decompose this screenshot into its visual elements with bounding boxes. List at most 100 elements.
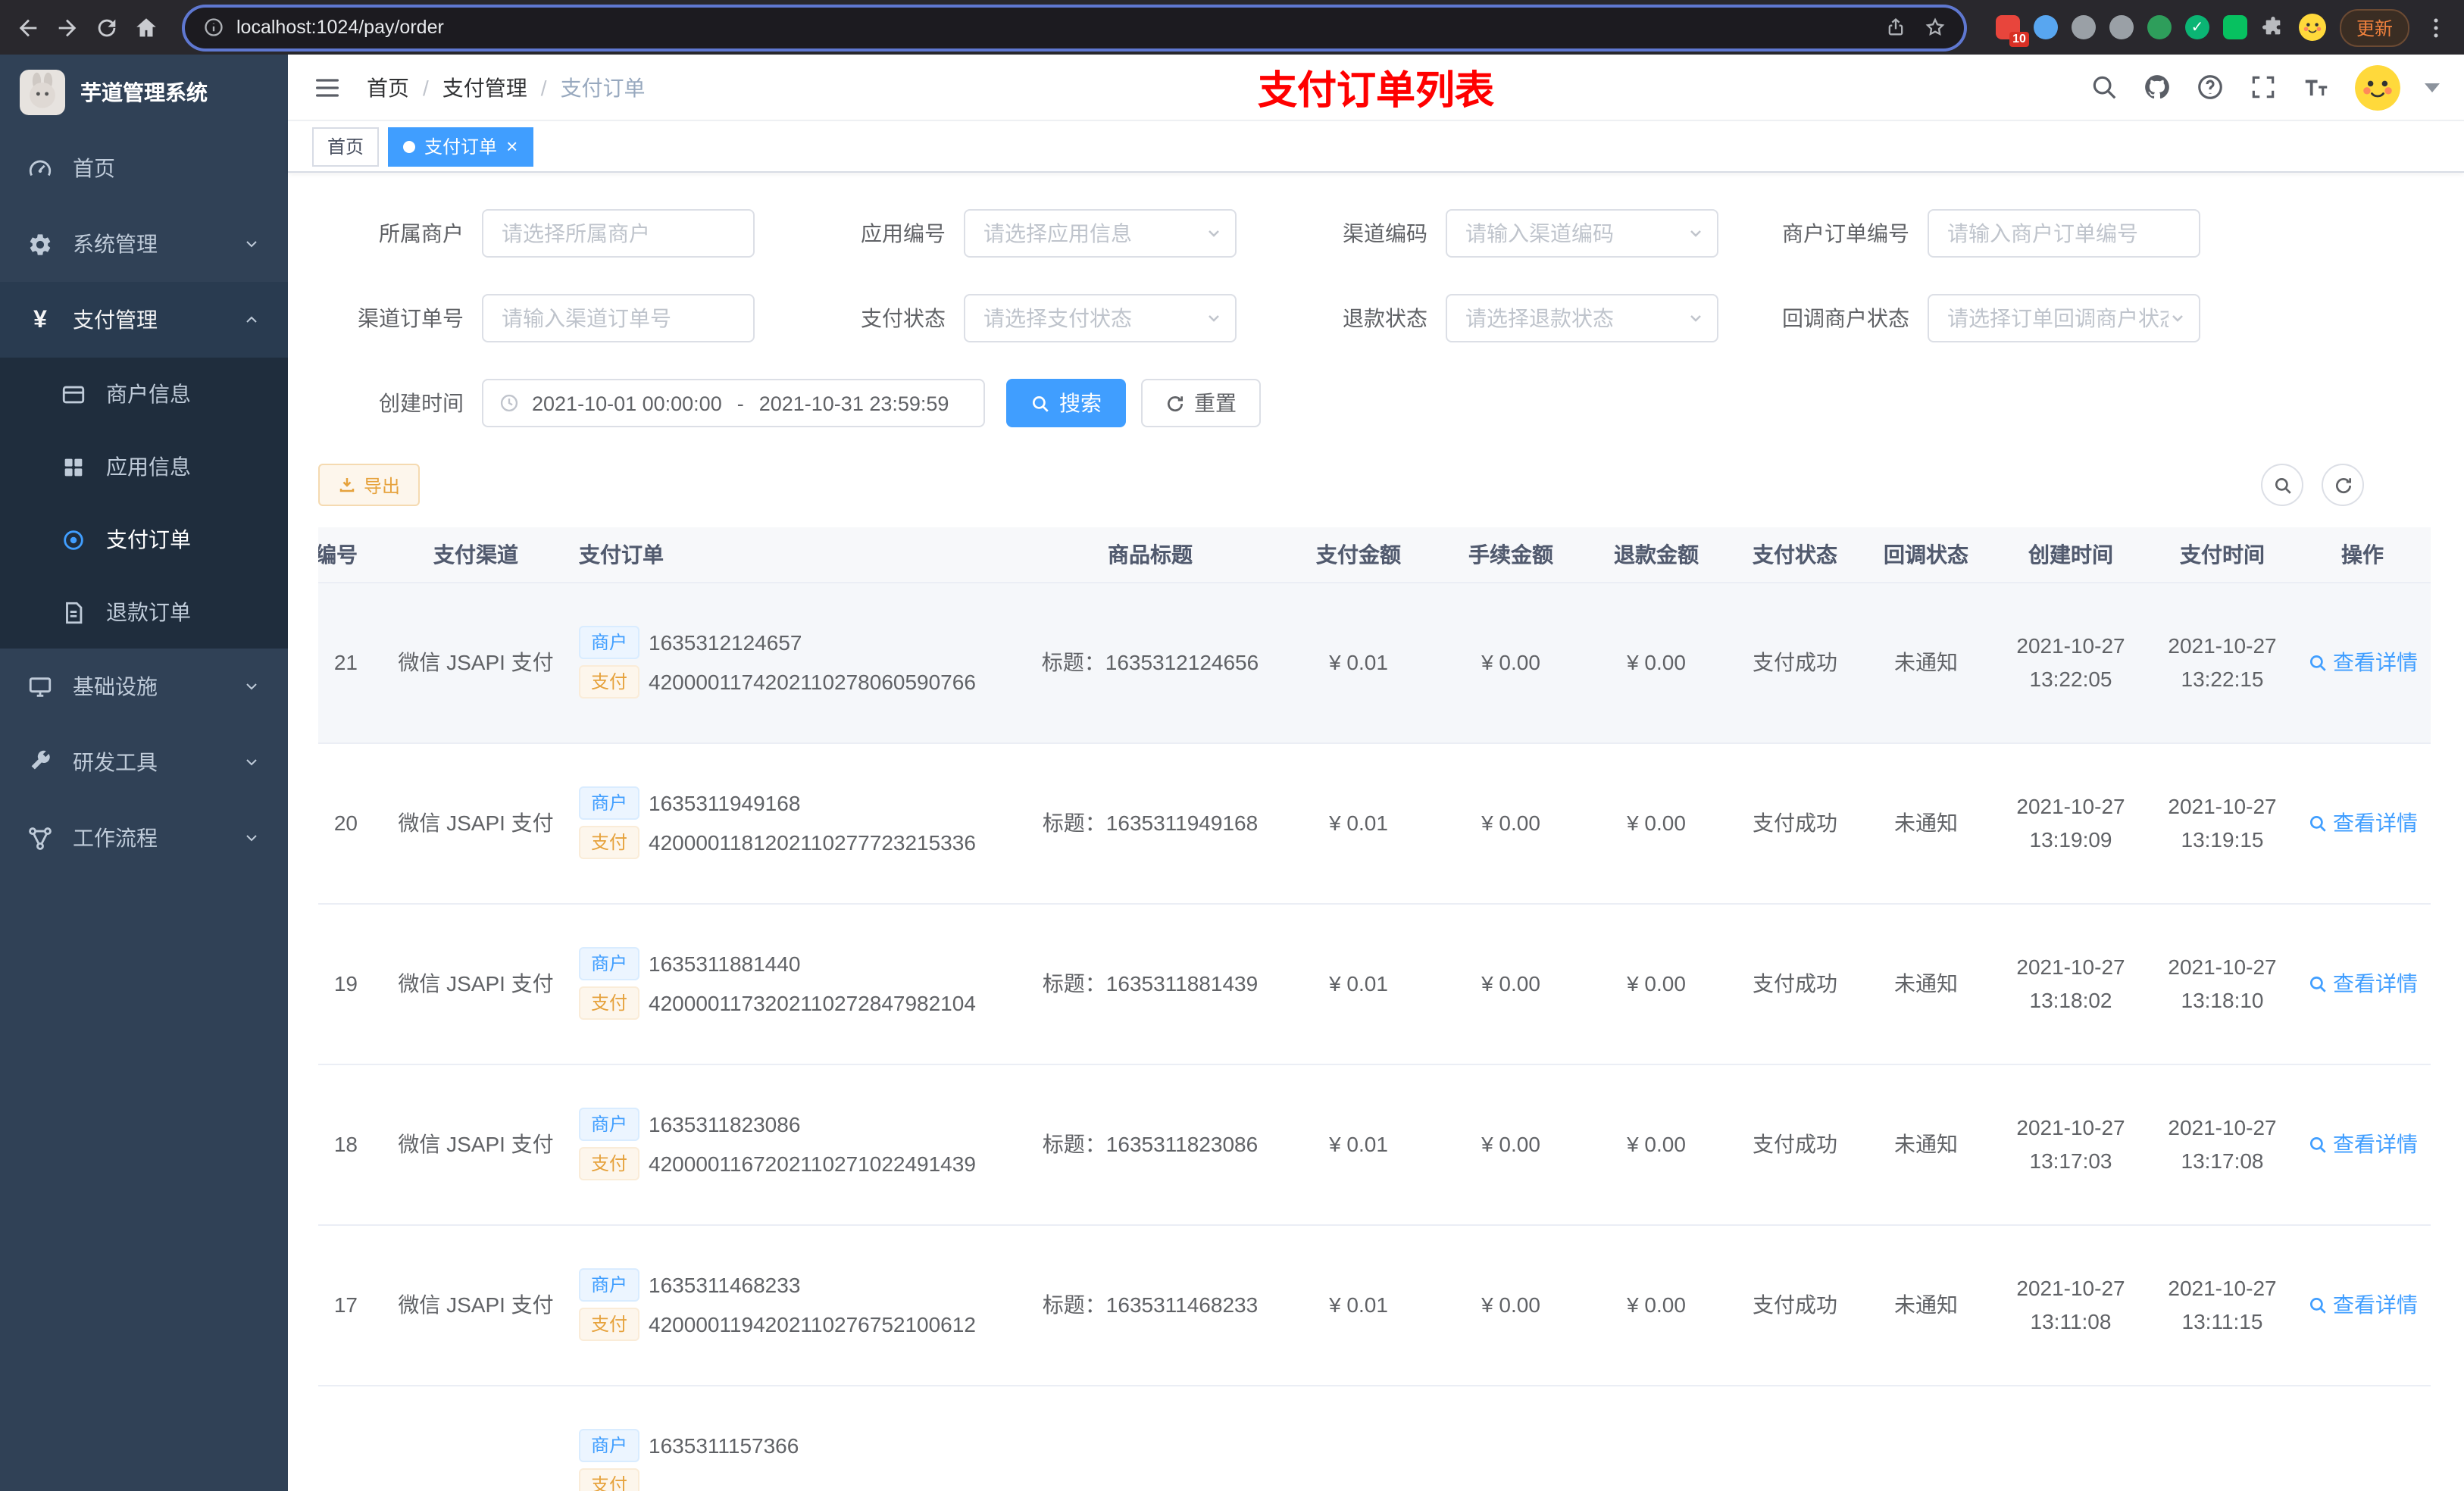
- extension-check-icon[interactable]: ✓: [2184, 15, 2209, 39]
- cell-channel: 微信 JSAPI 支付: [385, 582, 567, 743]
- tab-close-icon[interactable]: ×: [506, 136, 518, 156]
- sidebar-item-devtools[interactable]: 研发工具: [0, 724, 288, 800]
- site-info-icon[interactable]: [203, 17, 224, 38]
- breadcrumb-parent[interactable]: 支付管理: [442, 72, 527, 102]
- cell-action: 查看详情: [2294, 903, 2431, 1064]
- grid-icon: [61, 454, 86, 480]
- sidebar-item-pay-order[interactable]: 支付订单: [0, 503, 288, 576]
- sidebar-item-payment[interactable]: ¥ 支付管理: [0, 282, 288, 358]
- sidebar-item-merchant-info[interactable]: 商户信息: [0, 358, 288, 430]
- home-icon[interactable]: [133, 14, 159, 40]
- filter-label-refund-status: 退款状态: [1343, 306, 1427, 330]
- logo-avatar: [20, 70, 65, 115]
- cell-channel: [385, 1385, 567, 1491]
- forward-icon[interactable]: [55, 14, 80, 40]
- merchant-input[interactable]: [482, 209, 755, 258]
- back-icon[interactable]: [15, 14, 41, 40]
- sidebar-item-workflow[interactable]: 工作流程: [0, 800, 288, 876]
- date-separator: -: [736, 392, 744, 414]
- channel-order-no-input[interactable]: [482, 294, 755, 342]
- cell-status: 支付成功: [1729, 742, 1861, 904]
- browser-toolbar: localhost:1024/pay/order 10 ✓ 更新: [0, 0, 2464, 55]
- hamburger-icon[interactable]: [312, 72, 342, 102]
- cell-status: 支付成功: [1729, 582, 1861, 743]
- sidebar-item-home[interactable]: 首页: [0, 130, 288, 206]
- cell-create-time: 2021-10-27 13:17:03: [1991, 1064, 2150, 1225]
- cell-action: [2294, 1385, 2431, 1491]
- sidebar-item-app-info[interactable]: 应用信息: [0, 430, 288, 503]
- search-icon[interactable]: [2090, 73, 2118, 102]
- search-icon: [2309, 975, 2325, 992]
- share-icon[interactable]: [1885, 17, 1906, 38]
- cell-title: 标题：1635311949168: [1021, 742, 1279, 904]
- view-detail-link[interactable]: 查看详情: [2307, 1289, 2418, 1320]
- merchant-tag: 商户: [579, 786, 640, 820]
- breadcrumb-separator: /: [540, 75, 547, 99]
- extension-red-icon[interactable]: 10: [1995, 15, 2029, 47]
- chevron-down-icon: [1687, 224, 1705, 242]
- dashboard-icon: [27, 155, 53, 181]
- url-text: localhost:1024/pay/order: [236, 17, 444, 38]
- table-toolbar: 导出: [318, 464, 2434, 506]
- notify-status-select[interactable]: 请选择订单回调商户状态: [1928, 294, 2200, 342]
- cell-fee: ¥ 0.00: [1438, 1224, 1584, 1386]
- view-detail-link[interactable]: 查看详情: [2307, 1129, 2418, 1159]
- toggle-search-button[interactable]: [2261, 464, 2303, 506]
- cell-title: 标题：1635311823086: [1021, 1064, 1279, 1225]
- fullscreen-icon[interactable]: [2249, 73, 2278, 102]
- sidebar-item-system[interactable]: 系统管理: [0, 206, 288, 282]
- cell-create-time: [1991, 1385, 2150, 1491]
- sidebar-item-infra[interactable]: 基础设施: [0, 649, 288, 724]
- view-detail-link[interactable]: 查看详情: [2307, 647, 2418, 677]
- github-icon[interactable]: [2143, 73, 2172, 102]
- cell-fee: ¥ 0.00: [1438, 582, 1584, 743]
- refresh-table-button[interactable]: [2322, 464, 2364, 506]
- chevron-down-icon: [1205, 224, 1223, 242]
- browser-profile-avatar[interactable]: [2298, 14, 2326, 41]
- cell-order: 商户 1635312124657 支付 4200001174202110278060…: [567, 582, 1021, 743]
- font-size-icon[interactable]: [2302, 73, 2331, 102]
- reload-icon[interactable]: [94, 14, 120, 40]
- filter-label-channel-code: 渠道编码: [1343, 221, 1427, 245]
- breadcrumb-home[interactable]: 首页: [367, 72, 409, 102]
- channel-code-select[interactable]: 请输入渠道编码: [1446, 209, 1718, 258]
- extension-chat-icon[interactable]: [2222, 15, 2247, 39]
- tab-home[interactable]: 首页: [312, 127, 380, 166]
- puzzle-icon[interactable]: [2261, 15, 2285, 39]
- extension-drop-icon[interactable]: [2033, 15, 2058, 39]
- extension-gray2-icon[interactable]: [2109, 15, 2134, 39]
- sidebar-item-label: 应用信息: [106, 455, 191, 479]
- cell-id: 21: [318, 582, 385, 743]
- chevron-down-icon: [1205, 309, 1223, 327]
- bookmark-star-icon[interactable]: [1925, 17, 1946, 38]
- app-select[interactable]: 请选择应用信息: [964, 209, 1237, 258]
- navbar: 首页 / 支付管理 / 支付订单 支付订单列表: [288, 55, 2464, 121]
- create-time-range-input[interactable]: 2021-10-01 00:00:00 - 2021-10-31 23:59:5…: [482, 379, 985, 427]
- sidebar-item-refund-order[interactable]: 退款订单: [0, 576, 288, 649]
- browser-menu-icon[interactable]: [2423, 14, 2449, 40]
- view-detail-link[interactable]: 查看详情: [2307, 808, 2418, 838]
- search-button[interactable]: 搜索: [1006, 379, 1126, 427]
- user-avatar[interactable]: [2355, 64, 2400, 110]
- cell-amount: ¥ 0.01: [1279, 742, 1438, 904]
- browser-update-button[interactable]: 更新: [2339, 8, 2409, 46]
- pay-tag: 支付: [579, 1308, 640, 1341]
- refund-status-select[interactable]: 请选择退款状态: [1446, 294, 1718, 342]
- cell-channel: 微信 JSAPI 支付: [385, 742, 567, 904]
- cell-title: 标题：1635311468233: [1021, 1224, 1279, 1386]
- cell-pay-time: 2021-10-27 13:19:15: [2150, 742, 2294, 904]
- url-bar[interactable]: localhost:1024/pay/order: [185, 7, 1964, 48]
- cell-channel: 微信 JSAPI 支付: [385, 1064, 567, 1225]
- export-button[interactable]: 导出: [318, 464, 421, 506]
- pay-order-no: 4200001167202110271022491439: [649, 1152, 976, 1176]
- col-status: 支付状态: [1729, 527, 1861, 583]
- question-icon[interactable]: [2196, 73, 2225, 102]
- pay-status-select[interactable]: 请选择支付状态: [964, 294, 1237, 342]
- merchant-order-no-input[interactable]: [1928, 209, 2200, 258]
- reset-button[interactable]: 重置: [1141, 379, 1261, 427]
- extension-gray-icon[interactable]: [2071, 15, 2096, 39]
- extension-green-icon[interactable]: [2147, 15, 2172, 39]
- tab-pay-order[interactable]: 支付订单 ×: [388, 127, 533, 166]
- caret-down-icon[interactable]: [2425, 83, 2440, 92]
- view-detail-link[interactable]: 查看详情: [2307, 968, 2418, 999]
